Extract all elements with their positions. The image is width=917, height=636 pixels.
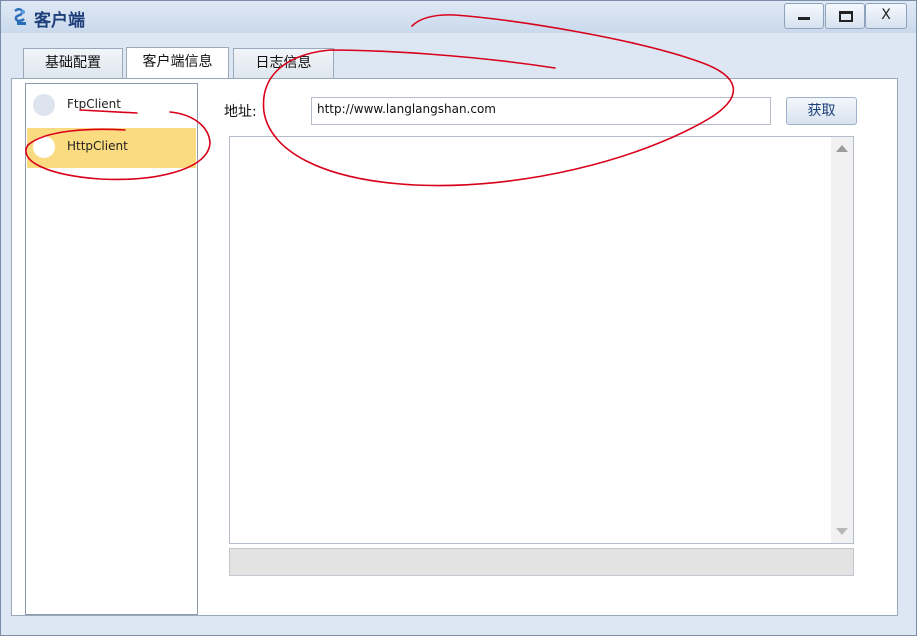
vertical-scrollbar[interactable] [831, 137, 853, 543]
scroll-up-icon[interactable] [836, 145, 848, 152]
tab-strip: 基础配置 客户端信息 日志信息 [11, 40, 901, 80]
client-item-http[interactable]: HttpClient [27, 128, 196, 168]
fetch-button[interactable]: 获取 [786, 97, 857, 125]
response-content-area[interactable] [229, 136, 854, 544]
close-button[interactable]: X [865, 3, 907, 29]
client-status-icon [33, 136, 55, 158]
status-bar [229, 548, 854, 576]
client-info-panel: FtpClient HttpClient 地址: http://www.lang… [11, 78, 898, 616]
client-item-label: HttpClient [67, 139, 128, 153]
window-title: 客户端 [34, 11, 85, 31]
tab-basic-config[interactable]: 基础配置 [23, 48, 123, 78]
address-input[interactable]: http://www.langlangshan.com [311, 97, 771, 125]
tab-client-info[interactable]: 客户端信息 [126, 47, 229, 80]
maximize-icon [839, 11, 853, 22]
minimize-icon [798, 17, 810, 20]
scroll-down-icon[interactable] [836, 528, 848, 535]
app-icon [14, 8, 26, 25]
close-icon: X [881, 7, 891, 23]
client-item-ftp[interactable]: FtpClient [27, 86, 196, 126]
client-list: FtpClient HttpClient [25, 83, 198, 615]
app-window: 客户端 X 基础配置 客户端信息 日志信息 FtpClient HttpClie… [0, 0, 917, 636]
address-label: 地址: [224, 104, 257, 120]
client-status-icon [33, 94, 55, 116]
client-item-label: FtpClient [67, 97, 121, 111]
tab-log-info[interactable]: 日志信息 [233, 48, 334, 78]
minimize-button[interactable] [784, 3, 824, 29]
title-bar[interactable]: 客户端 X [1, 1, 916, 33]
maximize-button[interactable] [825, 3, 865, 29]
